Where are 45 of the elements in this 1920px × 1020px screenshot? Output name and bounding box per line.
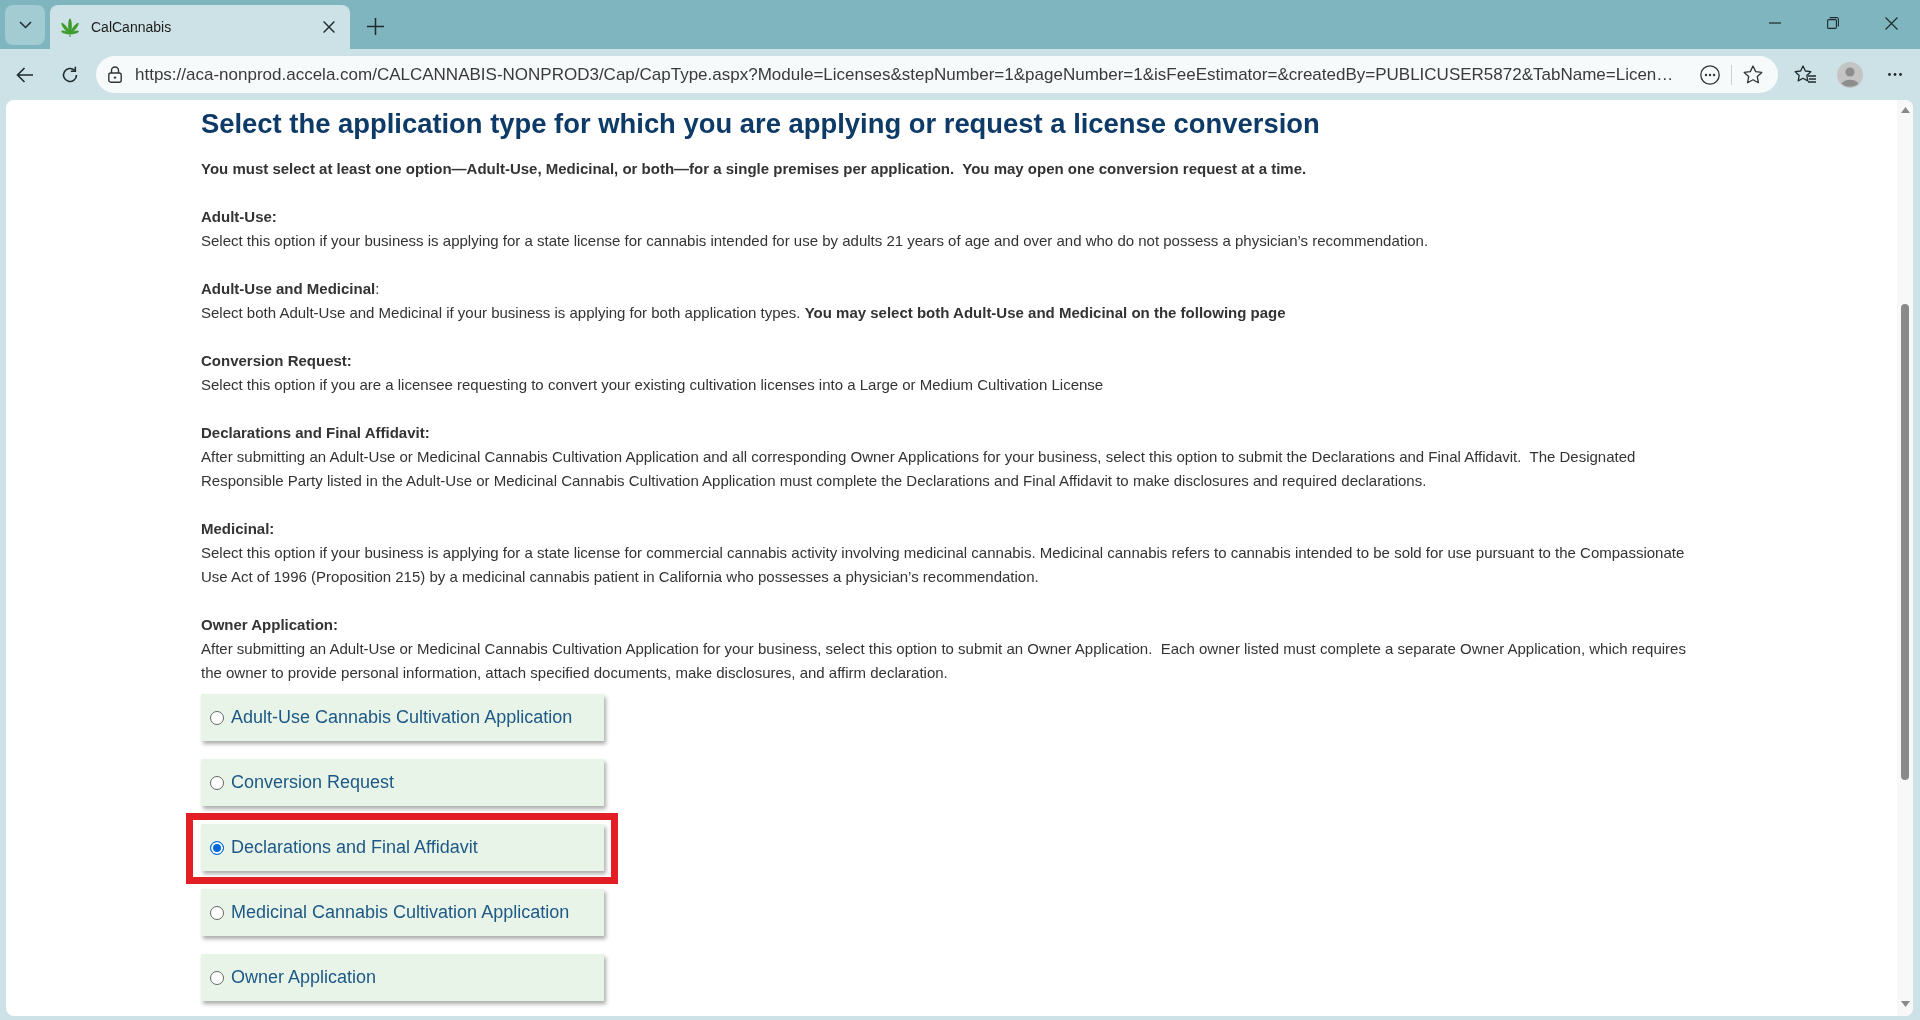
restore-icon [1827, 17, 1839, 29]
up-triangle-icon[interactable] [1900, 107, 1910, 113]
arrow-left-icon [16, 66, 34, 83]
section-label: Medicinal: [201, 519, 276, 539]
section-label: Adult-Use: [201, 207, 278, 227]
radio-button[interactable] [210, 840, 224, 855]
scrollbar[interactable] [1897, 100, 1913, 1016]
section-label: Adult-Use and Medicinal: [201, 279, 381, 299]
address-bar[interactable]: https://aca-nonprod.accela.com/CALCANNABIS-NONPROD3/Cap/CapType.aspx?Module=Licenses&stepNumber=1&pageNumber=1&isFeeEstimator=&createdBy=PUBLICUSER5872&TabName=Licen… [96, 56, 1778, 93]
more-icon [1888, 73, 1902, 76]
radio-option[interactable]: Owner Application [201, 954, 604, 1001]
lock-icon [108, 66, 122, 83]
radio-button[interactable] [210, 710, 224, 725]
section-text: Select this option if your business is applying for a state license for cannabis intended for use by adults 21 years of age and over and who do not possess a physician’s recommendation. [201, 231, 1430, 251]
radio-option[interactable]: Declarations and Final Affidavit [201, 824, 604, 871]
reload-icon [61, 65, 79, 84]
page-heading: Select the application type for which you are applying or request a license conversion [201, 108, 1321, 140]
star-icon [1743, 65, 1763, 84]
scrollbar-thumb[interactable] [1901, 304, 1909, 780]
section-label: Conversion Request: [201, 351, 353, 371]
leaf-icon [60, 17, 80, 37]
radio-button[interactable] [210, 970, 224, 985]
browser-tab[interactable]: CalCannabis [50, 5, 350, 49]
plus-icon [366, 17, 384, 35]
radio-button[interactable] [210, 905, 224, 920]
section-text: After submitting an Adult-Use or Medicinal Cannabis Cultivation Application for your business, select this option to submit an Owner Application. Each owner listed must complete a separate Owner Application, which requires the owner to provide personal information, attach specified documents, make disclosures, and affirm declaration. [201, 639, 1687, 683]
radio-button[interactable] [210, 775, 224, 790]
section-text: Select this option if your business is applying for a state license for commercial cannabis activity involving medicinal cannabis. Medicinal cannabis refers to cannabis intended to be sold for use pursuant to the Compassionate Use Act of 1996 (Proposition 215) by a medicinal cannabis patient in California who possesses a physician’s recommendation. [201, 543, 1686, 587]
section-text: Select both Adult-Use and Medicinal if your business is applying for both application types. You may select both Adult-Use and Medicinal on the following page [201, 303, 1287, 323]
radio-option[interactable]: Adult-Use Cannabis Cultivation Application [201, 694, 604, 741]
radio-option[interactable]: Conversion Request [201, 759, 604, 806]
star-list-icon [1794, 65, 1816, 84]
section-label: Declarations and Final Affidavit: [201, 423, 431, 443]
ellipsis-circle-icon [1700, 64, 1720, 85]
instruction-text: You must select at least one option—Adult-Use, Medicinal, or both—for a single premises per application. You may open one conversion request at a time. [201, 159, 1308, 179]
minimize-icon [1769, 22, 1781, 24]
close-icon [1884, 16, 1898, 30]
radio-option[interactable]: Medicinal Cannabis Cultivation Application [201, 889, 604, 936]
section-text: After submitting an Adult-Use or Medicinal Cannabis Cultivation Application and all corresponding Owner Applications for your business, select this option to submit the Declarations and Final Affidavit. The Designated Responsible Party listed in the Adult-Use or Medicinal Cannabis Cultivation Application must complete the Declarations and Final Affidavit to make disclosures and required declarations. [201, 447, 1637, 491]
down-triangle-icon[interactable] [1900, 1001, 1910, 1007]
section-text: Select this option if you are a licensee requesting to convert your existing cultivation licenses into a Large or Medium Cultivation License [201, 375, 1105, 395]
section-label: Owner Application: [201, 615, 339, 635]
chevron-down-icon [18, 21, 32, 29]
close-icon [323, 21, 335, 33]
avatar-icon [1837, 61, 1863, 88]
